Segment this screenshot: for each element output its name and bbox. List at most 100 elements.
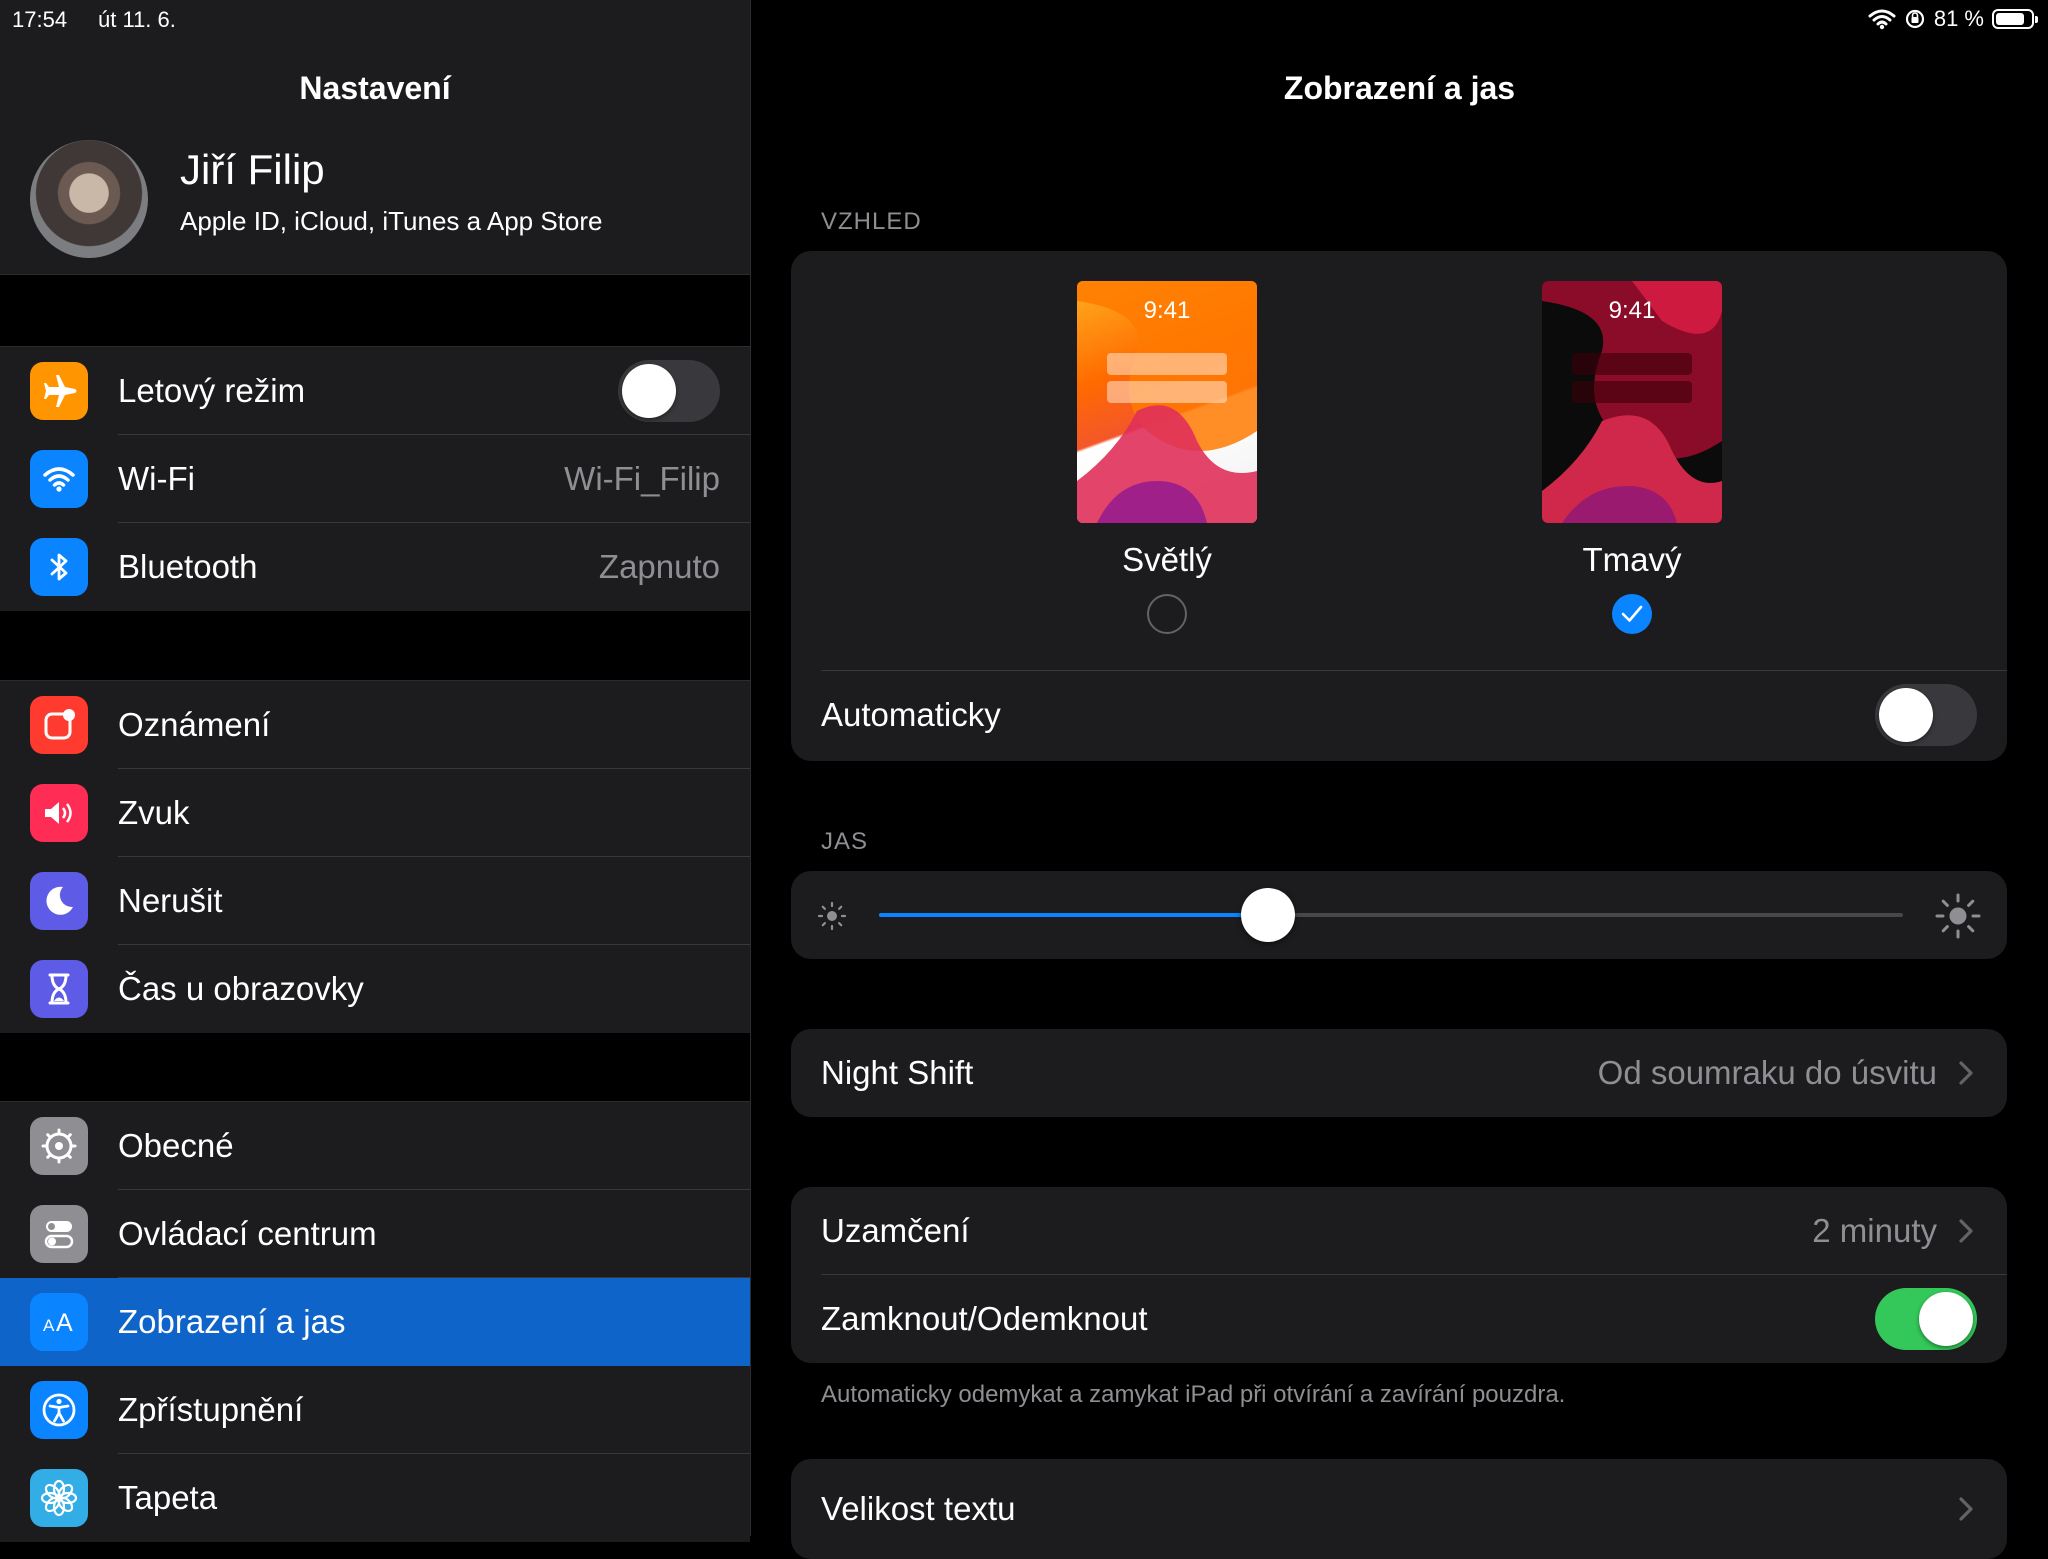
auto-lock-value: 2 minuty	[1812, 1212, 1937, 1249]
light-appearance-label: Světlý	[1122, 541, 1212, 578]
gear-icon	[30, 1117, 88, 1175]
status-right: 81 %	[1868, 6, 2038, 32]
sidebar-item-label: Čas u obrazovky	[118, 970, 364, 1007]
dark-thumbnail-time: 9:41	[1608, 297, 1656, 324]
sidebar-item-label: Bluetooth	[118, 548, 258, 585]
status-bar: 17:54 út 11. 6. 81 %	[0, 0, 2048, 40]
sidebar-item-label: Obecné	[118, 1127, 234, 1164]
sidebar-item-label: Zobrazení a jas	[118, 1303, 346, 1340]
text-size-card: Velikost textu	[791, 1459, 2007, 1559]
airplane-icon	[30, 362, 88, 420]
brightness-slider-track[interactable]	[879, 913, 1903, 917]
sidebar-item-sound[interactable]: Zvuk	[0, 769, 750, 857]
sidebar: Nastavení Jiří Filip Apple ID, iCloud, i…	[0, 0, 751, 1542]
status-time: 17:54	[12, 7, 68, 32]
text-size-row[interactable]: Velikost textu	[791, 1465, 2007, 1553]
profile-row[interactable]: Jiří Filip Apple ID, iCloud, iTunes a Ap…	[0, 138, 750, 275]
dark-appearance-label: Tmavý	[1582, 541, 1682, 578]
notifications-icon	[30, 696, 88, 754]
night-shift-value: Od soumraku do úsvitu	[1597, 1054, 1937, 1091]
sun-large-icon	[1935, 893, 1981, 939]
sidebar-group-connectivity: Letový režim Wi-Fi Wi-Fi_Filip Bluetooth	[0, 346, 750, 611]
sidebar-item-label: Wi-Fi	[118, 460, 195, 497]
appearance-card: 9:41 Světlý 9:41 Tmavý Automaticky	[791, 251, 2007, 761]
dark-appearance-radio[interactable]	[1612, 594, 1652, 634]
status-date: út 11. 6.	[98, 7, 176, 32]
automatic-appearance-row: Automaticky	[791, 671, 2007, 759]
sidebar-item-label: Zpřístupnění	[118, 1391, 304, 1428]
sun-small-icon	[817, 901, 847, 931]
wifi-status-icon	[1868, 9, 1896, 30]
night-shift-card: Night Shift Od soumraku do úsvitu	[791, 1029, 2007, 1117]
sidebar-group-general: Obecné Ovládací centrum AA Zobrazení a j…	[0, 1101, 750, 1542]
automatic-appearance-toggle[interactable]	[1875, 684, 1977, 746]
svg-text:A: A	[56, 1309, 73, 1337]
bluetooth-status-value: Zapnuto	[598, 548, 720, 585]
sidebar-item-label: Zvuk	[118, 794, 190, 831]
chevron-right-icon	[1959, 1219, 1973, 1243]
sidebar-item-control-center[interactable]: Ovládací centrum	[0, 1190, 750, 1278]
chevron-right-icon	[1959, 1061, 1973, 1085]
sound-icon	[30, 784, 88, 842]
auto-lock-label: Uzamčení	[821, 1212, 970, 1249]
light-appearance-thumbnail[interactable]: 9:41	[1077, 281, 1257, 523]
switches-icon	[30, 1205, 88, 1263]
sidebar-item-screen-time[interactable]: Čas u obrazovky	[0, 945, 750, 1033]
chevron-right-icon	[1959, 1497, 1973, 1521]
sidebar-item-label: Ovládací centrum	[118, 1215, 377, 1252]
lock-unlock-toggle[interactable]	[1875, 1288, 1977, 1350]
sidebar-item-bluetooth[interactable]: Bluetooth Zapnuto	[0, 523, 750, 611]
lock-unlock-footnote: Automaticky odemykat a zamykat iPad při …	[821, 1381, 1566, 1408]
text-size-icon: AA	[30, 1293, 88, 1351]
dark-appearance-thumbnail[interactable]: 9:41	[1542, 281, 1722, 523]
night-shift-label: Night Shift	[821, 1054, 974, 1091]
sidebar-item-label: Nerušit	[118, 882, 223, 919]
sidebar-item-general[interactable]: Obecné	[0, 1102, 750, 1190]
brightness-slider-thumb[interactable]	[1241, 888, 1296, 942]
light-appearance-radio[interactable]	[1147, 594, 1187, 634]
flower-icon	[30, 1469, 88, 1527]
sidebar-title: Nastavení	[299, 70, 451, 106]
sidebar-item-label: Oznámení	[118, 706, 271, 743]
lock-card: Uzamčení 2 minuty Zamknout/Odemknout	[791, 1187, 2007, 1363]
sidebar-item-wifi[interactable]: Wi-Fi Wi-Fi_Filip	[0, 435, 750, 523]
bluetooth-icon	[30, 538, 88, 596]
orientation-lock-icon	[1905, 9, 1924, 29]
brightness-slider-row	[791, 871, 2007, 959]
brightness-slider-fill	[879, 913, 1269, 917]
detail-pane: Zobrazení a jas VZHLED 9:41 Světlý 9:41 …	[751, 0, 2048, 1559]
svg-text:A: A	[43, 1316, 55, 1335]
text-size-label: Velikost textu	[821, 1490, 1016, 1527]
battery-percent: 81 %	[1933, 6, 1984, 31]
auto-lock-row[interactable]: Uzamčení 2 minuty	[791, 1187, 2007, 1275]
light-thumbnail-time: 9:41	[1143, 297, 1191, 324]
sidebar-item-display-brightness[interactable]: AA Zobrazení a jas	[0, 1278, 750, 1366]
profile-subtitle: Apple ID, iCloud, iTunes a App Store	[180, 206, 603, 236]
sidebar-item-label: Letový režim	[118, 372, 306, 409]
hourglass-icon	[30, 960, 88, 1018]
brightness-section-label: JAS	[821, 828, 869, 855]
sidebar-item-airplane-mode[interactable]: Letový režim	[0, 347, 750, 435]
sidebar-item-accessibility[interactable]: Zpřístupnění	[0, 1366, 750, 1454]
avatar	[30, 140, 148, 258]
battery-icon	[1992, 9, 2038, 29]
profile-name: Jiří Filip	[180, 146, 325, 193]
sidebar-item-notifications[interactable]: Oznámení	[0, 681, 750, 769]
lock-unlock-row: Zamknout/Odemknout	[791, 1275, 2007, 1363]
sidebar-group-notifications: Oznámení Zvuk Nerušit Čas u obrazovky	[0, 680, 750, 1033]
appearance-section-label: VZHLED	[821, 208, 922, 235]
page-title: Zobrazení a jas	[1283, 70, 1516, 106]
sidebar-item-label: Tapeta	[118, 1479, 218, 1516]
brightness-card	[791, 871, 2007, 959]
lock-unlock-label: Zamknout/Odemknout	[821, 1300, 1148, 1337]
accessibility-icon	[30, 1381, 88, 1439]
wifi-icon	[30, 450, 88, 508]
airplane-mode-toggle[interactable]	[618, 360, 720, 422]
sidebar-item-wallpaper[interactable]: Tapeta	[0, 1454, 750, 1542]
moon-icon	[30, 872, 88, 930]
appearance-picker: 9:41 Světlý 9:41 Tmavý	[791, 251, 2007, 671]
automatic-appearance-label: Automaticky	[821, 696, 1001, 733]
night-shift-row[interactable]: Night Shift Od soumraku do úsvitu	[791, 1029, 2007, 1117]
sidebar-item-do-not-disturb[interactable]: Nerušit	[0, 857, 750, 945]
wifi-network-value: Wi-Fi_Filip	[564, 460, 720, 497]
